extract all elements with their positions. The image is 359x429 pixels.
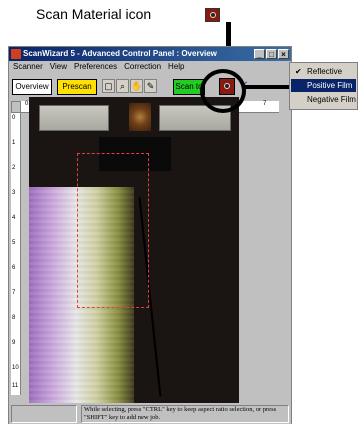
scan-material-icon — [205, 8, 220, 22]
ruler-tick: 8 — [12, 315, 16, 321]
ruler-tick: 2 — [12, 165, 16, 171]
window-title: ScanWizard 5 - Advanced Control Panel : … — [23, 49, 217, 58]
ruler-tick: 11 — [12, 383, 19, 389]
ruler-tick: 6 — [12, 265, 16, 271]
close-button[interactable]: × — [278, 49, 289, 59]
menu-scanner[interactable]: Scanner — [13, 61, 43, 73]
ruler-tick: 7 — [12, 290, 16, 296]
ruler-tick: 4 — [12, 215, 16, 221]
prescan-button[interactable]: Prescan — [57, 79, 97, 95]
status-left-panel — [11, 405, 77, 423]
preview-photo-thumbnail — [129, 103, 151, 131]
menu-view[interactable]: View — [50, 61, 67, 73]
hand-icon[interactable]: ✋ — [130, 79, 143, 93]
menu-item-positive-film[interactable]: Positive Film — [291, 79, 356, 92]
callout-leader-line — [244, 85, 290, 89]
ruler-tick: 0 — [12, 115, 16, 121]
crop-frame-icon[interactable]: ▢ — [102, 79, 115, 93]
ruler-corner — [11, 101, 21, 113]
menu-help[interactable]: Help — [168, 61, 184, 73]
ruler-tick: 7 — [263, 101, 267, 107]
maximize-button[interactable]: □ — [266, 49, 277, 59]
ruler-tick: 5 — [12, 240, 16, 246]
app-icon — [11, 49, 21, 59]
status-message: While selecting, press "CTRL" key to kee… — [81, 405, 289, 423]
menu-correction[interactable]: Correction — [124, 61, 161, 73]
left-ruler: 0 1 2 3 4 5 6 7 8 9 10 11 — [11, 113, 21, 395]
check-icon: ✔ — [295, 67, 302, 76]
selection-rectangle[interactable] — [77, 153, 149, 308]
scanwizard-window: ScanWizard 5 - Advanced Control Panel : … — [8, 46, 292, 424]
ruler-tick: 3 — [12, 190, 16, 196]
status-bar: While selecting, press "CTRL" key to kee… — [9, 404, 291, 424]
menu-item-reflective[interactable]: ✔ Reflective — [291, 65, 356, 78]
ruler-tick: 10 — [12, 365, 19, 371]
callout-label: Scan Material icon — [36, 6, 152, 22]
film-strip — [39, 105, 109, 131]
menu-item-label: Positive Film — [307, 81, 353, 90]
preview-area[interactable] — [29, 97, 239, 403]
eyedropper-icon[interactable]: ✎ — [144, 79, 157, 93]
menu-item-label: Reflective — [307, 67, 343, 76]
menu-item-negative-film[interactable]: Negative Film — [291, 93, 356, 106]
title-bar: ScanWizard 5 - Advanced Control Panel : … — [9, 47, 291, 61]
minimize-button[interactable]: _ — [254, 49, 265, 59]
overview-button[interactable]: Overview — [12, 79, 52, 95]
scan-material-menu: ✔ Reflective Positive Film Negative Film — [289, 62, 358, 110]
ruler-tick: 9 — [12, 340, 16, 346]
zoom-icon[interactable]: ⌕ — [116, 79, 129, 93]
menu-item-label: Negative Film — [307, 95, 356, 104]
highlight-circle — [200, 69, 246, 113]
ruler-tick: 1 — [12, 140, 16, 146]
menu-preferences[interactable]: Preferences — [74, 61, 117, 73]
ruler-tick: 0 — [25, 101, 29, 107]
menubar: Scanner View Preferences Correction Help — [9, 61, 291, 73]
